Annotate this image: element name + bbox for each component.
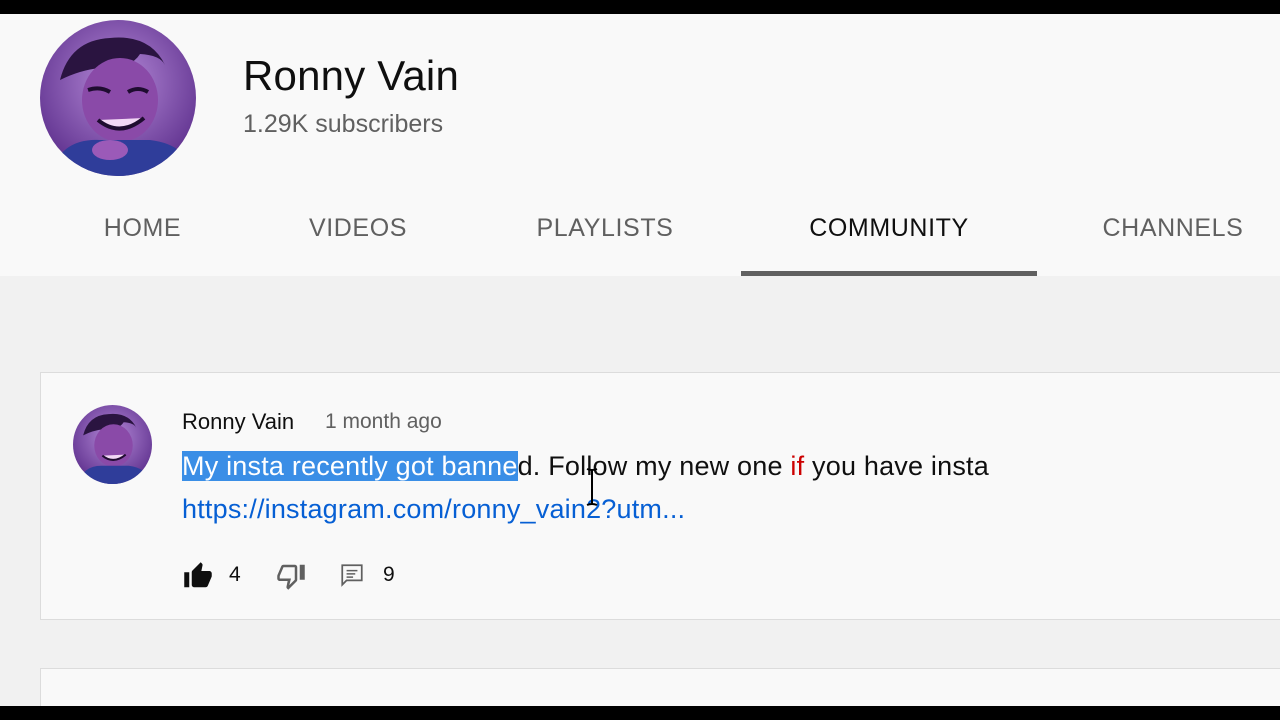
selected-text: My insta recently got banne [182,451,518,481]
tab-playlists[interactable]: PLAYLISTS [516,204,694,276]
community-post: Ronny Vain 1 month ago My insta recently… [40,372,1280,620]
channel-header: Ronny Vain 1.29K subscribers HOME VIDEOS… [0,14,1280,276]
channel-avatar-image [40,20,196,176]
post-timestamp[interactable]: 1 month ago [325,410,442,434]
post-author-avatar-image [73,405,152,484]
like-count: 4 [229,563,241,586]
tab-home[interactable]: HOME [80,204,205,276]
tab-community[interactable]: COMMUNITY [741,204,1037,276]
next-community-post [40,668,1280,706]
tab-videos[interactable]: VIDEOS [290,204,426,276]
post-author-avatar[interactable] [73,405,152,484]
comment-icon[interactable] [339,561,365,589]
post-text-part: d. Follow my new one [517,451,791,481]
thumbs-down-icon[interactable] [275,561,307,591]
tab-channels[interactable]: CHANNELS [1080,204,1266,276]
post-author-name[interactable]: Ronny Vain [182,409,294,435]
channel-name: Ronny Vain [243,52,460,99]
post-text-highlight: if [790,451,805,481]
channel-avatar[interactable] [40,20,196,176]
thumbs-up-icon[interactable] [182,561,214,591]
comment-count: 9 [383,563,395,586]
youtube-channel-page: Ronny Vain 1.29K subscribers HOME VIDEOS… [0,14,1280,706]
post-link[interactable]: https://instagram.com/ronny_vain2?utm... [182,494,685,525]
post-text-part-2: you have insta [804,451,989,481]
subscriber-count: 1.29K subscribers [243,110,444,138]
channel-tabs: HOME VIDEOS PLAYLISTS COMMUNITY CHANNELS [0,204,1280,276]
text-cursor-icon [586,468,598,506]
